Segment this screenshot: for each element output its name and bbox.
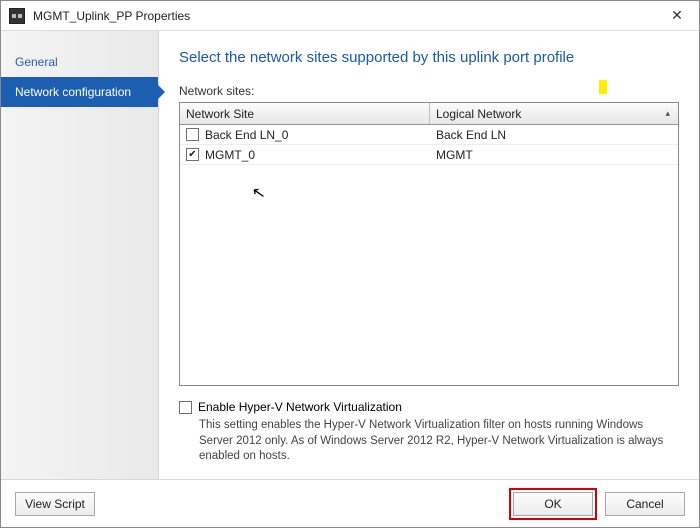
column-header-site[interactable]: Network Site xyxy=(180,103,430,124)
app-icon xyxy=(9,8,25,24)
highlight-marker xyxy=(599,80,607,94)
title-bar: MGMT_Uplink_PP Properties ✕ xyxy=(1,1,699,31)
table-row[interactable]: MGMT_0 MGMT xyxy=(180,145,678,165)
mouse-cursor-icon: ↖ xyxy=(250,182,267,204)
row-checkbox[interactable] xyxy=(186,128,199,141)
table-row[interactable]: Back End LN_0 Back End LN xyxy=(180,125,678,145)
window-title: MGMT_Uplink_PP Properties xyxy=(33,9,655,23)
sidebar-item-label: Network configuration xyxy=(15,85,131,99)
row-checkbox[interactable] xyxy=(186,148,199,161)
cancel-button[interactable]: Cancel xyxy=(605,492,685,516)
ok-button-highlight: OK xyxy=(509,488,597,520)
hyperv-description: This setting enables the Hyper-V Network… xyxy=(179,418,679,465)
main-panel: Select the network sites supported by th… xyxy=(159,31,699,479)
grid-header: Network Site Logical Network ▴ xyxy=(180,103,678,125)
sidebar: General Network configuration xyxy=(1,31,159,479)
hyperv-checkbox[interactable] xyxy=(179,401,192,414)
dialog-footer: View Script OK Cancel xyxy=(1,479,699,527)
cell-logical-network: MGMT xyxy=(430,148,678,162)
close-button[interactable]: ✕ xyxy=(655,1,699,30)
sidebar-item-general[interactable]: General xyxy=(1,47,158,77)
page-heading: Select the network sites supported by th… xyxy=(179,49,679,66)
hyperv-section: Enable Hyper-V Network Virtualization Th… xyxy=(179,400,679,465)
cell-logical-network: Back End LN xyxy=(430,128,678,142)
sort-indicator-icon: ▴ xyxy=(665,108,670,119)
dialog-body: General Network configuration Select the… xyxy=(1,31,699,479)
hyperv-checkbox-label: Enable Hyper-V Network Virtualization xyxy=(198,400,402,414)
sidebar-item-network-configuration[interactable]: Network configuration xyxy=(1,77,158,107)
network-sites-grid[interactable]: Network Site Logical Network ▴ Back End … xyxy=(179,102,679,386)
ok-button[interactable]: OK xyxy=(513,492,593,516)
cell-network-site: Back End LN_0 xyxy=(205,128,288,142)
column-header-logical[interactable]: Logical Network ▴ xyxy=(430,107,678,121)
sidebar-item-label: General xyxy=(15,55,58,69)
view-script-button[interactable]: View Script xyxy=(15,492,95,516)
cell-network-site: MGMT_0 xyxy=(205,148,255,162)
